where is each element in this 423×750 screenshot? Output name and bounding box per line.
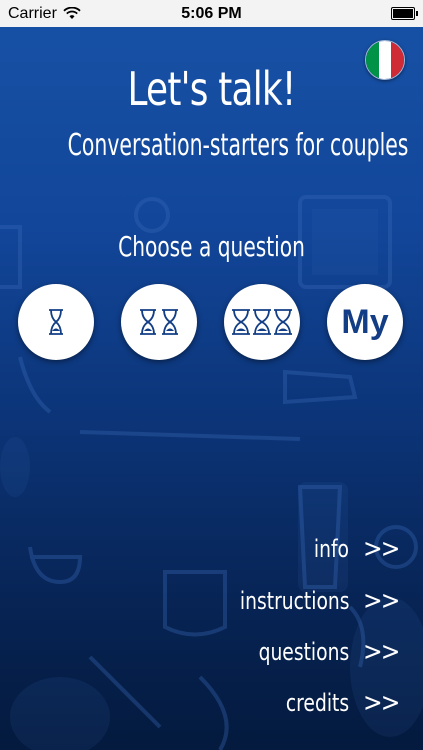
double-chevron-right-icon: >> [363, 688, 400, 718]
app-subtitle: Conversation-starters for couples [67, 128, 409, 163]
app-title: Let's talk! [127, 62, 296, 116]
my-questions-label: My [341, 302, 389, 341]
double-chevron-right-icon: >> [363, 586, 400, 616]
menu-link-credits[interactable]: credits >> [268, 688, 401, 718]
status-time: 5:06 PM [181, 4, 242, 22]
double-chevron-right-icon: >> [363, 637, 400, 667]
menu-link-info[interactable]: info >> [304, 534, 401, 564]
double-chevron-right-icon: >> [363, 534, 400, 564]
choose-question-prompt: Choose a question [118, 230, 305, 263]
menu-link-label: credits [286, 689, 350, 717]
hourglass-icon [140, 309, 178, 335]
menu-link-label: instructions [239, 587, 350, 615]
menu-link-label: questions [258, 638, 350, 666]
flag-stripe-red [391, 41, 404, 79]
flag-stripe-white [378, 41, 392, 79]
my-questions-button[interactable]: My [327, 284, 403, 360]
question-two-hourglass-button[interactable] [121, 284, 197, 360]
hourglass-icon [232, 309, 292, 335]
carrier-label: Carrier [8, 4, 57, 22]
menu-link-instructions[interactable]: instructions >> [209, 586, 401, 616]
menu-link-questions[interactable]: questions >> [233, 637, 401, 667]
hourglass-icon [49, 309, 63, 335]
status-left: Carrier [8, 5, 81, 23]
question-one-hourglass-button[interactable] [18, 284, 94, 360]
wifi-icon [63, 7, 81, 19]
status-bar: Carrier 5:06 PM [0, 0, 423, 27]
question-three-hourglass-button[interactable] [224, 284, 300, 360]
menu-link-label: info [314, 535, 350, 563]
battery-icon [391, 7, 418, 20]
